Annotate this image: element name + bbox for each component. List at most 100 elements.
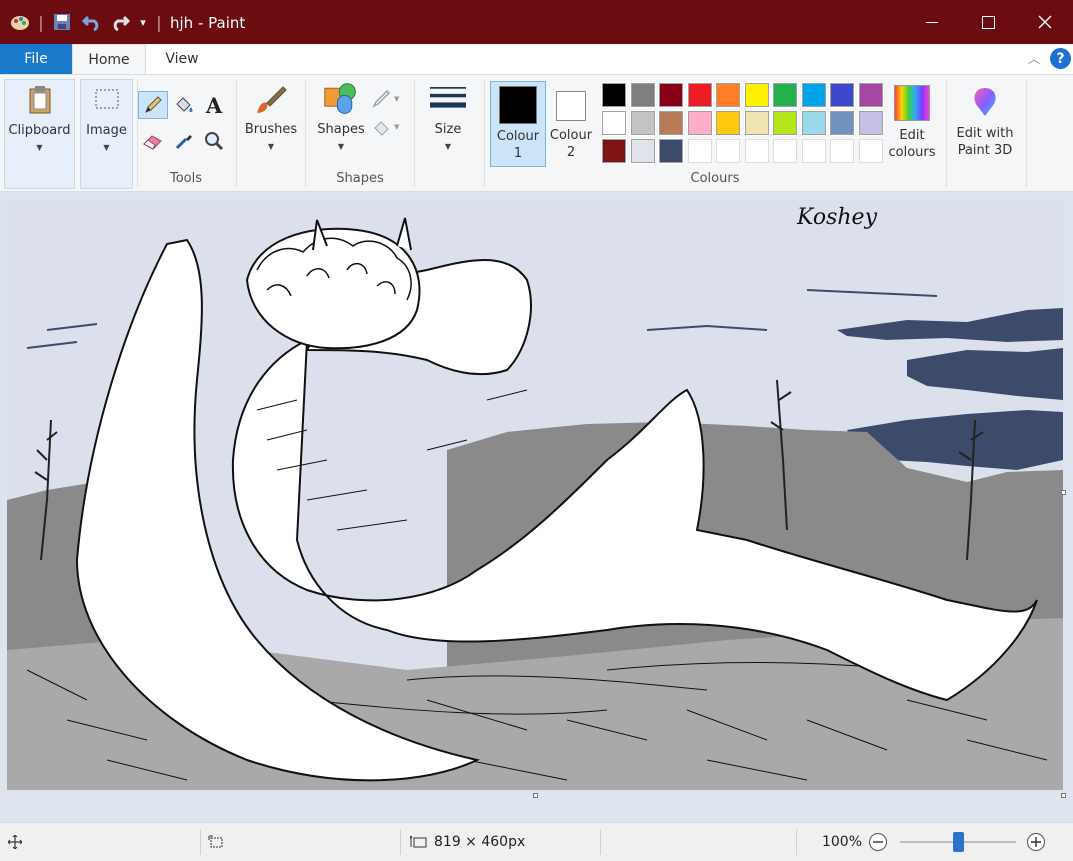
collapse-ribbon-icon[interactable]: ︿ (1026, 50, 1042, 66)
signature: Koshey (796, 205, 878, 230)
clipboard-button[interactable]: Clipboard ▼ (4, 79, 75, 189)
custom-colour-slot[interactable] (716, 139, 740, 163)
paint-app-icon[interactable] (8, 10, 32, 34)
pencil-tool[interactable] (138, 91, 168, 119)
size-icon (430, 81, 466, 117)
shape-outline-button[interactable]: ▼ (372, 87, 406, 111)
palette-swatch[interactable] (829, 82, 855, 108)
custom-colour-slot[interactable] (801, 139, 826, 163)
selection-size-icon (208, 823, 228, 861)
colour-2-swatch (556, 91, 586, 121)
chevron-down-icon: ▼ (267, 142, 275, 151)
separator: | (38, 12, 44, 32)
palette-swatch[interactable] (629, 110, 656, 136)
palette-swatch[interactable] (658, 110, 684, 136)
paint-3d-label-line1: Edit with (956, 126, 1014, 141)
palette-swatch[interactable] (743, 82, 770, 108)
outline-icon (372, 90, 391, 108)
resize-handle-bottom[interactable] (533, 793, 538, 798)
customize-quick-access-icon[interactable]: ▾ (136, 10, 150, 34)
palette-swatch[interactable] (686, 110, 713, 136)
minimize-icon (926, 21, 938, 23)
palette-swatch[interactable] (857, 110, 884, 136)
eraser-tool[interactable] (138, 127, 168, 155)
shapes-label: Shapes (317, 122, 365, 137)
tab-file[interactable]: File (0, 44, 72, 74)
palette-swatch[interactable] (800, 110, 827, 136)
edit-with-paint-3d-button[interactable]: Edit with Paint 3D (950, 81, 1020, 167)
colour-1-button[interactable]: Colour 1 (490, 81, 546, 167)
undo-icon[interactable] (80, 10, 104, 34)
palette-swatch[interactable] (743, 110, 770, 136)
image-size-readout: 819 × 460px (410, 823, 600, 861)
zoom-in-icon (1027, 833, 1045, 851)
colour-1-label: Colour (496, 129, 540, 144)
text-icon: A (205, 92, 223, 118)
palette-swatch[interactable] (772, 82, 798, 108)
resize-handle-corner[interactable] (1061, 793, 1066, 798)
palette-swatch[interactable] (658, 82, 684, 108)
custom-colour-slot[interactable] (830, 139, 854, 163)
drawing-canvas[interactable]: Koshey (7, 200, 1063, 790)
resize-handle-right[interactable] (1061, 490, 1066, 495)
custom-colour-slot[interactable] (744, 139, 769, 163)
zoom-in-button[interactable] (1026, 823, 1048, 861)
palette-swatch[interactable] (715, 82, 741, 108)
cursor-position-icon (8, 823, 28, 861)
palette-swatch[interactable] (857, 82, 884, 108)
ribbon-tab-bar: File Home View ︿ ? (0, 44, 1073, 74)
minimize-button[interactable] (904, 0, 960, 44)
palette-swatch[interactable] (715, 110, 741, 136)
palette-swatch[interactable] (601, 110, 627, 136)
palette-swatch[interactable] (629, 138, 656, 164)
colour-2-label: Colour (549, 128, 593, 143)
palette-swatch[interactable] (772, 110, 798, 136)
colour-2-button[interactable]: Colour 2 (548, 81, 594, 167)
palette-swatch[interactable] (800, 82, 827, 108)
custom-colour-slot[interactable] (858, 139, 883, 163)
title-bar: | ▾ | hjh - Paint (0, 0, 1073, 44)
size-button[interactable]: Size ▼ (420, 79, 476, 189)
image-size-text: 819 × 460px (434, 834, 526, 850)
text-tool[interactable]: A (200, 91, 228, 119)
tab-home[interactable]: Home (72, 44, 146, 74)
close-button[interactable] (1017, 0, 1073, 44)
help-icon[interactable]: ? (1050, 48, 1071, 69)
redo-icon[interactable] (108, 10, 132, 34)
close-icon (1038, 15, 1052, 29)
custom-colour-slot[interactable] (687, 139, 712, 163)
zoom-slider-thumb[interactable] (953, 832, 964, 852)
shape-fill-button[interactable]: ▼ (372, 115, 406, 139)
fill-tool[interactable] (170, 91, 198, 119)
tab-view[interactable]: View (146, 44, 218, 74)
save-icon[interactable] (50, 10, 74, 34)
colour-picker-tool[interactable] (170, 127, 198, 155)
image-button[interactable]: Image ▼ (80, 79, 133, 189)
eraser-icon (143, 135, 162, 150)
brush-icon (253, 81, 289, 117)
custom-colour-slot[interactable] (773, 139, 797, 163)
shape-fill-icon (374, 121, 389, 136)
magnifier-tool[interactable] (200, 127, 228, 155)
chevron-down-icon: ▼ (36, 143, 43, 152)
palette-swatch[interactable] (629, 82, 656, 108)
maximize-button[interactable] (960, 0, 1016, 44)
window-title: hjh - Paint (170, 14, 246, 32)
shapes-button[interactable]: Shapes ▼ (310, 79, 372, 169)
colour-1-swatch (499, 86, 537, 124)
divider (200, 829, 201, 855)
palette-swatch[interactable] (601, 138, 627, 164)
palette-swatch[interactable] (829, 110, 855, 136)
chevron-down-icon: ▼ (337, 142, 345, 151)
palette-swatch[interactable] (686, 82, 713, 108)
zoom-slider[interactable] (900, 823, 1016, 861)
brushes-button[interactable]: Brushes ▼ (240, 79, 302, 189)
palette-swatch[interactable] (658, 138, 684, 164)
edit-colours-button[interactable]: Edit colours (884, 81, 940, 167)
status-bar: 819 × 460px 100% (0, 822, 1073, 861)
palette-swatch[interactable] (601, 82, 627, 108)
chevron-down-icon: ▼ (103, 143, 110, 152)
divider (946, 79, 947, 187)
zoom-out-button[interactable] (868, 823, 890, 861)
artwork: Koshey (7, 200, 1063, 790)
